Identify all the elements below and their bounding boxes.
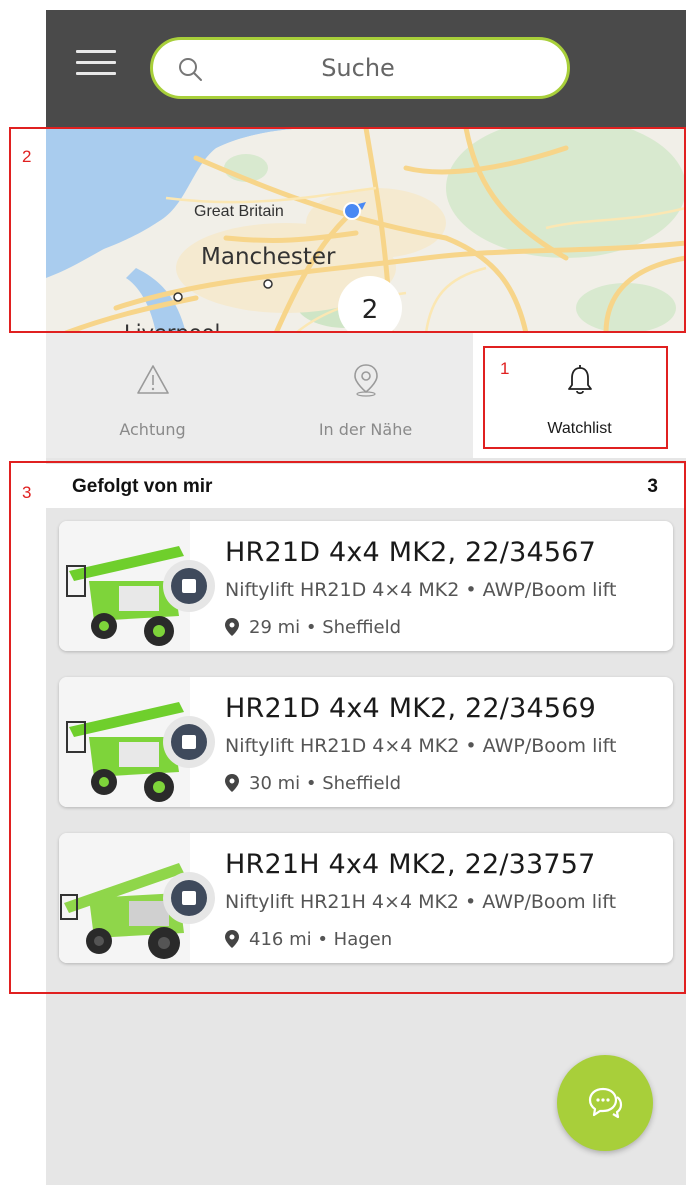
stop-icon bbox=[182, 735, 196, 749]
search-icon bbox=[179, 58, 202, 81]
hamburger-menu-icon[interactable] bbox=[76, 50, 116, 84]
chat-icon bbox=[588, 1087, 623, 1119]
warning-icon bbox=[136, 365, 169, 394]
tab-in-der-naehe[interactable]: In der Nähe bbox=[259, 333, 472, 458]
search-bar[interactable] bbox=[150, 37, 570, 99]
annotation-box-1 bbox=[483, 346, 668, 449]
stop-icon bbox=[182, 891, 196, 905]
annotation-box-3 bbox=[9, 461, 686, 994]
tab-achtung[interactable]: Achtung bbox=[46, 333, 259, 458]
location-pin-icon bbox=[353, 364, 378, 397]
annotation-label-1: 1 bbox=[500, 359, 510, 378]
app-header bbox=[46, 10, 686, 128]
annotation-label-3: 3 bbox=[22, 483, 32, 502]
tab-label: In der Nähe bbox=[318, 420, 413, 439]
chat-button[interactable] bbox=[557, 1055, 653, 1151]
stop-icon bbox=[182, 579, 196, 593]
annotation-box-2 bbox=[9, 127, 686, 333]
annotation-label-2: 2 bbox=[22, 147, 32, 166]
search-input[interactable] bbox=[223, 50, 493, 86]
tab-label: Achtung bbox=[119, 420, 186, 439]
